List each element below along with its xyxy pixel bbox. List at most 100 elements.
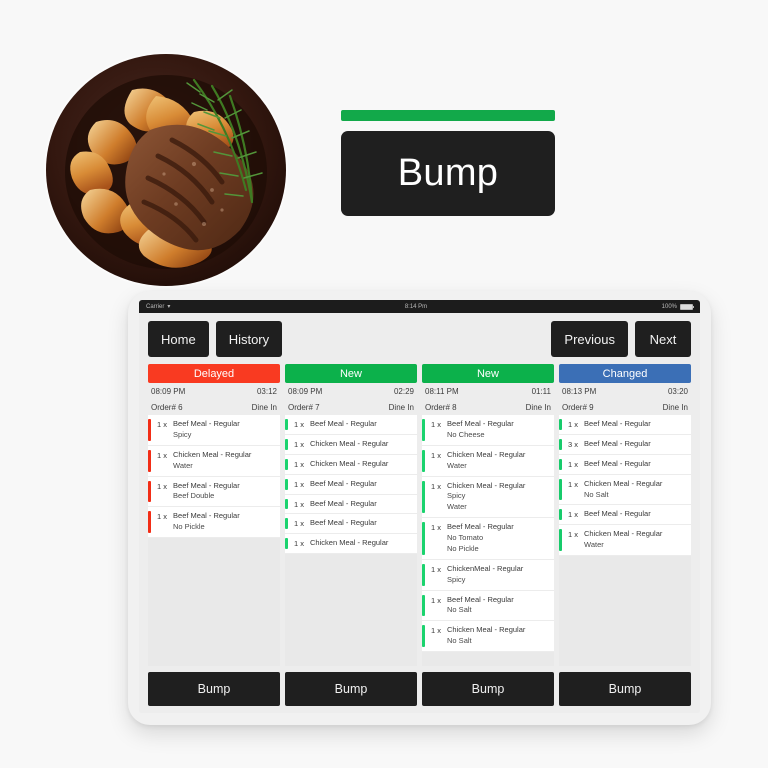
order-item-quantity: 1 x xyxy=(294,420,305,429)
order-item[interactable]: 1 x Chicken Meal - Regular xyxy=(285,434,417,455)
order-item[interactable]: 1 x Beef Meal - Regular xyxy=(285,494,417,515)
order-item-accent-bar xyxy=(422,480,425,514)
order-item[interactable]: 1 x Chicken Meal - Regular No Salt xyxy=(559,474,691,506)
order-item-accent-bar xyxy=(559,419,562,430)
order-item-accent-bar xyxy=(285,478,288,490)
order-item-list[interactable]: 1 x Beef Meal - Regular 3 x Beef Meal - Reg… xyxy=(559,415,691,666)
order-item-details: Chicken Meal - Regular xyxy=(304,538,388,549)
order-item-details: Beef Meal - Regular xyxy=(304,518,377,529)
order-item-list[interactable]: 1 x Beef Meal - Regular Spicy 1 x Chicken Me… xyxy=(148,415,280,666)
order-item-quantity: 1 x xyxy=(431,564,442,574)
order-item-name: Chicken Meal - Regular xyxy=(173,449,252,459)
order-item[interactable]: 1 x Chicken Meal - Regular Water xyxy=(148,445,280,477)
order-item-quantity: 1 x xyxy=(431,481,442,491)
order-time: 08:09 PM xyxy=(288,387,323,396)
order-item-name: Chicken Meal - Regular xyxy=(447,625,526,635)
order-item[interactable]: 1 x Beef Meal - Regular xyxy=(285,514,417,535)
order-number-row: Order# 7 Dine In xyxy=(287,399,415,415)
bump-button[interactable]: Bump xyxy=(559,672,691,706)
order-item[interactable]: 1 x Beef Meal - Regular xyxy=(559,454,691,475)
order-time-row: 08:09 PM 02:29 xyxy=(287,383,415,399)
order-item-name: Beef Meal - Regular xyxy=(447,419,514,428)
order-item-accent-bar xyxy=(148,511,151,533)
order-item-quantity: 1 x xyxy=(157,450,168,460)
order-item[interactable]: 1 x Beef Meal - Regular xyxy=(285,415,417,435)
order-item-modifier: Water xyxy=(173,460,193,470)
order-item-details: Beef Meal - Regular xyxy=(304,499,377,510)
order-item[interactable]: 1 x Beef Meal - Regular xyxy=(559,505,691,526)
order-item-name: Beef Meal - Regular xyxy=(584,438,651,448)
order-item-name: Beef Meal - Regular xyxy=(173,419,240,428)
order-item[interactable]: 1 x Beef Meal - Regular xyxy=(559,415,691,435)
order-number-row: Order# 6 Dine In xyxy=(150,399,278,415)
next-button[interactable]: Next xyxy=(635,321,691,357)
order-item-name: Beef Meal - Regular xyxy=(584,458,651,468)
order-item[interactable]: 1 x Beef Meal - Regular Beef Double xyxy=(148,476,280,508)
order-item-name: Beef Meal - Regular xyxy=(584,509,651,519)
order-item-list[interactable]: 1 x Beef Meal - Regular 1 x Chicken Meal - … xyxy=(285,415,417,666)
order-item-details: Beef Meal - Regular xyxy=(578,419,651,430)
order-item-list[interactable]: 1 x Beef Meal - Regular No Cheese 1 x Chicke… xyxy=(422,415,554,666)
order-item[interactable]: 1 x ChickenMeal - Regular Spicy xyxy=(422,559,554,591)
order-item-modifier: Spicy xyxy=(447,574,466,584)
order-item-modifier: No Pickle xyxy=(447,543,479,553)
order-item-modifier: Spicy xyxy=(173,429,192,439)
bump-button[interactable]: Bump xyxy=(285,672,417,706)
order-item-accent-bar xyxy=(422,419,425,441)
order-item[interactable]: 1 x Beef Meal - Regular No Tomato No Pickle xyxy=(422,518,554,560)
order-item-quantity: 3 x xyxy=(568,439,579,449)
order-item-accent-bar xyxy=(148,480,151,503)
order-item-name: Chicken Meal - Regular xyxy=(310,538,389,548)
ios-status-bar: Carrier ▾ 8:14 Pm 100% xyxy=(139,300,700,313)
order-item[interactable]: 1 x Chicken Meal - Regular No Salt xyxy=(422,621,554,652)
order-item-quantity: 1 x xyxy=(157,481,168,491)
order-item[interactable]: 1 x Chicken Meal - Regular Spicy Water xyxy=(422,476,554,519)
order-item-quantity: 1 x xyxy=(157,512,168,522)
order-item[interactable]: 1 x Beef Meal - Regular Spicy xyxy=(148,415,280,446)
order-item-name: Chicken Meal - Regular xyxy=(447,480,526,490)
order-item[interactable]: 1 x Beef Meal - Regular No Pickle xyxy=(148,507,280,538)
order-item-accent-bar xyxy=(148,419,151,441)
order-item-accent-bar xyxy=(559,458,562,470)
order-item[interactable]: 1 x Chicken Meal - Regular xyxy=(285,534,417,555)
home-button[interactable]: Home xyxy=(148,321,209,357)
order-item-modifier: No Salt xyxy=(447,605,472,615)
order-item-accent-bar xyxy=(559,509,562,521)
order-elapsed: 03:12 xyxy=(256,387,277,396)
order-item-details: Beef Meal - Regular No Salt xyxy=(441,595,514,617)
history-button[interactable]: History xyxy=(215,321,283,357)
order-item-name: Beef Meal - Regular xyxy=(310,478,377,488)
order-item[interactable]: 1 x Chicken Meal - Regular xyxy=(285,454,417,475)
order-column: New 08:11 PM 01:11 Order# 8 Dine In 1 x Beef M… xyxy=(422,364,554,666)
bump-button[interactable]: Bump xyxy=(422,672,554,706)
order-item-name: Beef Meal - Regular xyxy=(447,522,514,532)
order-item[interactable]: 1 x Chicken Meal - Regular Water xyxy=(422,445,554,477)
order-item[interactable]: 1 x Beef Meal - Regular No Salt xyxy=(422,590,554,622)
order-item-modifier: Beef Double xyxy=(173,491,215,501)
order-item-quantity: 1 x xyxy=(294,479,305,489)
bump-button[interactable]: Bump xyxy=(148,672,280,706)
order-item[interactable]: 1 x Beef Meal - Regular xyxy=(285,474,417,495)
order-item-accent-bar xyxy=(422,563,425,586)
order-item-quantity: 1 x xyxy=(431,523,442,533)
order-item-accent-bar xyxy=(559,478,562,501)
order-item-details: Beef Meal - Regular xyxy=(578,509,651,520)
order-type: Dine In xyxy=(525,403,551,412)
previous-button[interactable]: Previous xyxy=(551,321,628,357)
order-item-name: Beef Meal - Regular xyxy=(584,419,651,428)
order-elapsed: 03:20 xyxy=(667,387,688,396)
order-type: Dine In xyxy=(251,403,277,412)
order-item-modifier: Water xyxy=(447,460,467,470)
order-item-accent-bar xyxy=(285,498,288,510)
order-item[interactable]: 1 x Chicken Meal - Regular Water xyxy=(559,525,691,556)
food-photo-illustration xyxy=(44,52,288,288)
order-item-details: Chicken Meal - Regular No Salt xyxy=(578,479,662,501)
order-item[interactable]: 3 x Beef Meal - Regular xyxy=(559,434,691,455)
bump-callout-button[interactable]: Bump xyxy=(341,131,555,216)
order-item[interactable]: 1 x Beef Meal - Regular No Cheese xyxy=(422,415,554,446)
order-item-details: Chicken Meal - Regular Water xyxy=(167,450,251,472)
order-number: Order# 6 xyxy=(151,403,183,412)
order-meta: 08:11 PM 01:11 Order# 8 Dine In xyxy=(422,383,554,415)
order-item-quantity: 1 x xyxy=(568,510,579,520)
order-type: Dine In xyxy=(388,403,414,412)
